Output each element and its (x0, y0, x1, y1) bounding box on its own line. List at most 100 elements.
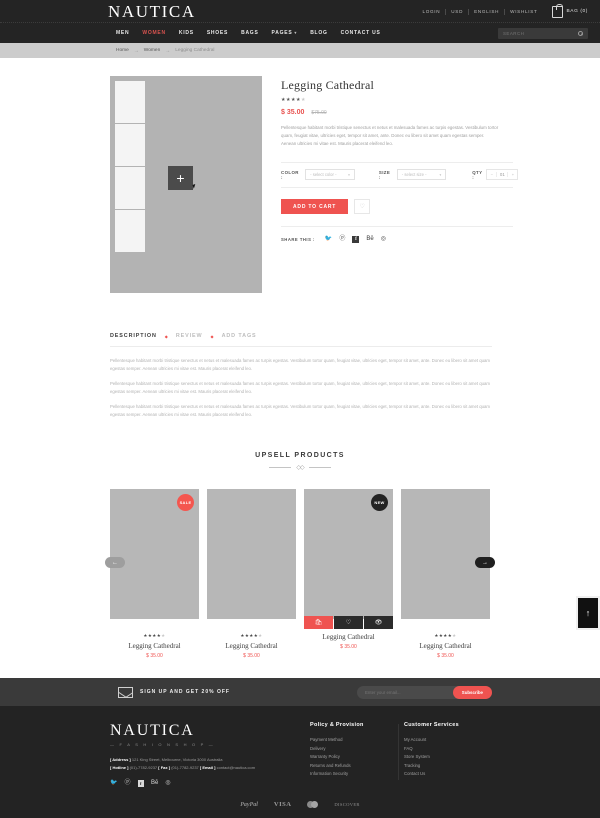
thumbnail-4[interactable] (115, 210, 145, 252)
thumbnail-3[interactable] (115, 167, 145, 209)
eye-icon[interactable]: 👁 (364, 616, 393, 629)
footer-link-returns-and-refunds[interactable]: Returns and Refunds (310, 762, 398, 771)
nav-item-shoes[interactable]: SHOES (207, 30, 228, 36)
share-row: SHARE THIS : 🐦 ⓟ f Bē ◎ (281, 226, 513, 243)
tab-review[interactable]: REVIEW (176, 333, 203, 339)
product-card-name[interactable]: Legging Cathedral (401, 642, 490, 650)
footer-link-my-account[interactable]: My Account (404, 736, 492, 745)
twitter-icon[interactable]: 🐦 (325, 235, 332, 243)
product-card-rating: ★★★★★ (240, 633, 263, 638)
heart-icon[interactable]: ♡ (354, 199, 371, 214)
nav-item-contact-us[interactable]: CONTACT US (341, 30, 381, 36)
tab-add-tags[interactable]: ADD TAGS (222, 333, 257, 339)
carousel-prev-button[interactable]: ← (105, 557, 125, 568)
product-short-description: Pellentesque habitant morbi tristique se… (281, 125, 499, 146)
breadcrumb-home[interactable]: Home (116, 48, 129, 53)
qty-increment-button[interactable]: + (508, 170, 518, 179)
product-info: Legging Cathedral ★★★★★ $ 35.00 $75.00 P… (281, 76, 519, 293)
footer-link-contact-us[interactable]: Contact Us (404, 770, 492, 779)
behance-icon[interactable]: Bē (366, 235, 373, 243)
add-to-cart-button[interactable]: ADD TO CART (281, 199, 349, 214)
search-icon[interactable] (578, 30, 584, 36)
behance-icon[interactable]: Bē (151, 780, 158, 787)
tab-paragraph: Pellentesque habitant morbi tristique se… (110, 404, 490, 417)
site-logo[interactable]: NAUTICA (108, 2, 196, 22)
nav-item-bags[interactable]: BAGS (241, 30, 258, 36)
footer-tagline: — F A S H I O N S H O P — (110, 742, 215, 747)
scroll-to-top-button[interactable]: ↑ (576, 596, 600, 630)
product-card-image[interactable] (207, 489, 296, 619)
breadcrumb-current: Legging Cathedral (175, 48, 215, 53)
product-card-price: $ 35.00 (437, 653, 454, 659)
size-select[interactable]: - select size - ▾ (396, 169, 447, 180)
status-badge: NEW (371, 494, 388, 511)
search-input[interactable] (503, 30, 573, 36)
footer-link-faq[interactable]: FAQ (404, 745, 492, 754)
color-select[interactable]: - select color - ▾ (305, 169, 355, 180)
cart-count-label: BAG (0) (566, 9, 588, 14)
product-main-image[interactable]: + (110, 76, 262, 293)
product-card-image[interactable] (401, 489, 490, 619)
product-card-hovered[interactable]: NEW 🛍 ♡ 👁 Legging Cathedral $ 35.00 (304, 489, 393, 659)
footer-social-links: 🐦 ⓟ f Bē ◎ (110, 780, 310, 787)
product-card-name[interactable]: Legging Cathedral (207, 642, 296, 650)
tab-paragraph: Pellentesque habitant morbi tristique se… (110, 381, 490, 394)
footer-link-tracking[interactable]: Tracking (404, 762, 492, 771)
product-card-name[interactable]: Legging Cathedral (110, 642, 199, 650)
pinterest-icon[interactable]: ⓟ (339, 235, 345, 243)
cart-icon[interactable]: 🛍 (304, 616, 333, 629)
product-card-hover-actions: 🛍 ♡ 👁 (304, 616, 393, 629)
heart-icon[interactable]: ♡ (334, 616, 363, 629)
product-card[interactable]: ★★★★★ Legging Cathedral $ 35.00 (207, 489, 296, 659)
tab-description[interactable]: DESCRIPTION (110, 333, 157, 339)
footer-link-information-security[interactable]: Information Security (310, 770, 398, 779)
product-card-image[interactable]: SALE (110, 489, 199, 619)
nav-item-kids[interactable]: KIDS (179, 30, 194, 36)
subscribe-button[interactable]: Subscribe (452, 685, 492, 699)
twitter-icon[interactable]: 🐦 (110, 780, 117, 787)
facebook-icon[interactable]: f (352, 235, 360, 243)
product-card-price: $ 35.00 (146, 653, 163, 659)
email-field[interactable] (365, 689, 453, 695)
qty-value[interactable]: 01 (496, 172, 509, 177)
visa-icon: VISA (273, 801, 292, 808)
product-card-image[interactable]: NEW 🛍 ♡ 👁 (304, 489, 393, 629)
nav-item-pages[interactable]: PAGES ▾ (272, 30, 298, 36)
dribbble-icon[interactable]: ◎ (165, 780, 170, 787)
product-card[interactable]: ★★★★★ Legging Cathedral $ 35.00 (401, 489, 490, 659)
qty-option-group: QTY : − 01 + (472, 169, 519, 180)
footer-link-store-system[interactable]: Store System (404, 753, 492, 762)
footer-link-delivery[interactable]: Delivery (310, 745, 398, 754)
footer-link-warranty-policy[interactable]: Warranty Policy (310, 753, 398, 762)
email-value[interactable]: contact@nautica.com (217, 765, 256, 770)
language-link[interactable]: ENGLISH (469, 8, 506, 15)
search-box[interactable] (498, 27, 588, 39)
nav-item-blog[interactable]: BLOG (310, 30, 327, 36)
breadcrumb-women[interactable]: Women (144, 48, 160, 53)
product-card[interactable]: SALE ★★★★★ Legging Cathedral $ 35.00 (110, 489, 199, 659)
upsell-section: UPSELL PRODUCTS ◇◇ SALE ★★★★★ Legging Ca… (0, 452, 600, 664)
login-link[interactable]: LOGIN (417, 8, 447, 15)
product-card-name[interactable]: Legging Cathedral (304, 633, 393, 641)
nav-item-men[interactable]: MEN (116, 30, 129, 36)
facebook-icon[interactable]: f (137, 780, 144, 787)
thumbnail-2[interactable] (115, 124, 145, 166)
pinterest-icon[interactable]: ⓟ (124, 780, 130, 787)
currency-link[interactable]: USD (446, 8, 470, 15)
footer-link-payment-method[interactable]: Payment Method (310, 736, 398, 745)
plus-zoom-icon[interactable]: + (168, 166, 193, 190)
dribbble-icon[interactable]: ◎ (381, 235, 386, 243)
star-empty-icon: ★ (300, 97, 306, 103)
quantity-stepper[interactable]: − 01 + (486, 169, 519, 180)
qty-decrement-button[interactable]: − (487, 170, 497, 179)
tab-separator-icon: ◆ (164, 333, 168, 339)
thumbnail-1[interactable] (115, 81, 145, 123)
color-option-group: COLOR : - select color - ▾ (281, 169, 355, 180)
footer-column-customer-services: Customer Services My Account FAQ Store S… (404, 722, 492, 787)
tab-paragraph: Pellentesque habitant morbi tristique se… (110, 358, 490, 371)
cart-button[interactable]: BAG (0) (552, 3, 588, 18)
nav-pages-label: PAGES (271, 30, 293, 36)
carousel-next-button[interactable]: → (475, 557, 495, 568)
nav-item-women[interactable]: WOMEN (142, 30, 165, 36)
wishlist-link[interactable]: WISHLIST (505, 9, 542, 15)
